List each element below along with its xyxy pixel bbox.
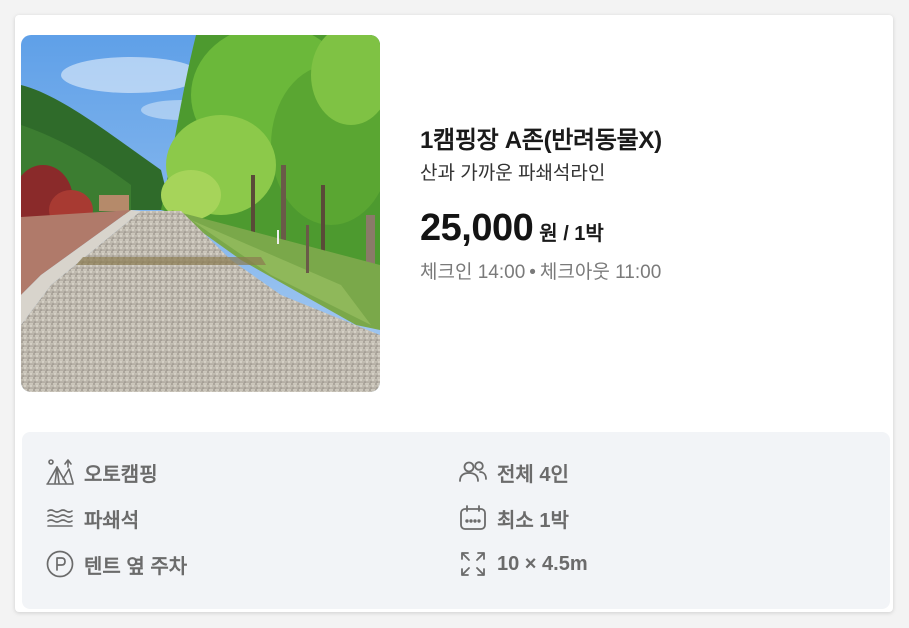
price-amount: 25,000 <box>420 207 534 249</box>
feature-label: 전체 4인 <box>497 463 569 486</box>
feature-label: 오토캠핑 <box>84 463 158 486</box>
time-separator: • <box>529 262 536 283</box>
feature-min-stay: 최소 1박 <box>458 503 569 533</box>
tent-camp-icon <box>45 457 75 487</box>
checkin-time: 체크인 14:00 <box>420 262 526 283</box>
campsite-photo[interactable] <box>21 35 380 392</box>
site-subtitle: 산과 가까운 파쇄석라인 <box>420 163 606 184</box>
campsite-photo-image <box>21 35 380 392</box>
expand-arrows-icon <box>458 549 488 579</box>
users-icon <box>458 457 488 487</box>
feature-capacity: 전체 4인 <box>458 457 569 487</box>
price-row: 25,000 원 / 1박 <box>420 207 860 250</box>
calendar-icon <box>458 503 488 533</box>
feature-label: 파쇄석 <box>84 509 140 532</box>
feature-label: 최소 1박 <box>497 509 569 532</box>
feature-label: 텐트 옆 주차 <box>84 555 188 578</box>
features-panel: 오토캠핑 전체 4인 파쇄석 최소 1박 텐트 옆 주차 10 × 4.5m <box>22 432 890 609</box>
feature-site-size: 10 × 4.5m <box>458 549 588 579</box>
campsite-info: 1캠핑장 A존(반려동물X) 산과 가까운 파쇄석라인 25,000 원 / 1… <box>420 125 860 286</box>
site-title: 1캠핑장 A존(반려동물X) <box>420 127 662 154</box>
feature-parking: 텐트 옆 주차 <box>45 549 187 579</box>
feature-label: 10 × 4.5m <box>497 552 588 575</box>
campsite-card[interactable]: 1캠핑장 A존(반려동물X) 산과 가까운 파쇄석라인 25,000 원 / 1… <box>15 15 893 612</box>
gravel-waves-icon <box>45 503 75 533</box>
feature-ground: 파쇄석 <box>45 503 139 533</box>
parking-icon <box>45 549 75 579</box>
price-unit: 원 / 1박 <box>539 223 604 245</box>
checkout-time: 체크아웃 11:00 <box>539 262 662 283</box>
checkin-checkout-times: 체크인 14:00 • 체크아웃 11:00 <box>420 260 860 286</box>
feature-camp-type: 오토캠핑 <box>45 457 158 487</box>
